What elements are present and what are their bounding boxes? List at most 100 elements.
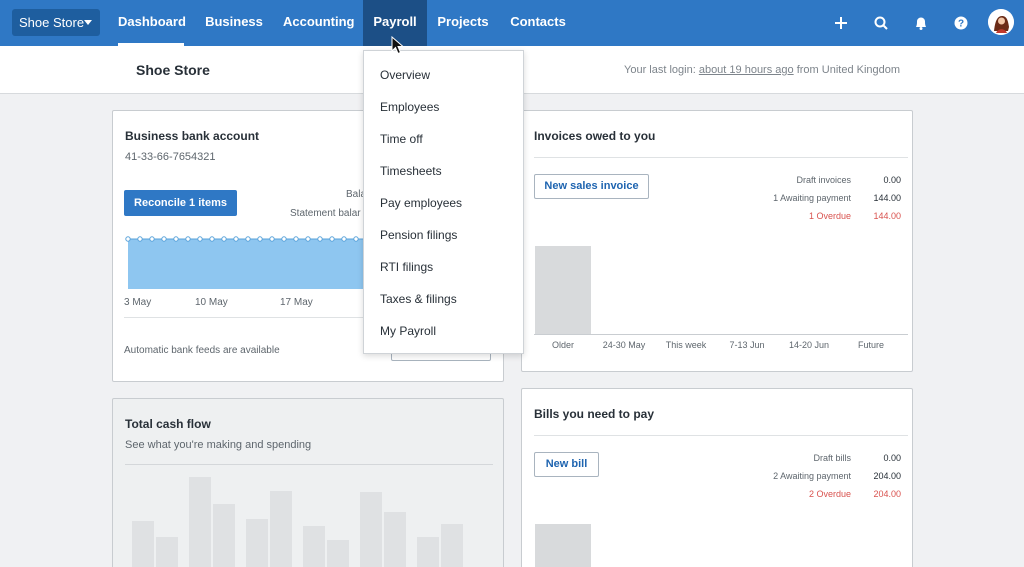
balance-point: [341, 236, 347, 242]
cash-out-bar: [327, 540, 349, 567]
cash-flow-card: Total cash flow See what you're making a…: [112, 398, 504, 567]
last-login-prefix: Your last login:: [624, 64, 696, 76]
top-nav: Shoe Store Dashboard Business Accounting…: [0, 0, 1024, 46]
invoice-x-label-6: Future: [857, 340, 884, 350]
bills-awaiting-value: 204.00: [873, 471, 901, 481]
payroll-menu: Overview Employees Time off Timesheets P…: [363, 50, 524, 354]
balance-point: [281, 236, 287, 242]
invoice-x-label-4: 7-13 Jun: [729, 340, 765, 350]
nav-dashboard-label: Dashboard: [118, 14, 186, 29]
reconcile-button[interactable]: Reconcile 1 items: [124, 190, 237, 216]
invoice-x-label-3: This week: [665, 340, 707, 350]
cash-out-bar: [270, 491, 292, 567]
bills-draft-label[interactable]: Draft bills: [701, 453, 851, 463]
balance-point: [197, 236, 203, 242]
cash-in-bar: [417, 537, 439, 567]
menu-item-rti-filings[interactable]: RTI filings: [380, 260, 433, 274]
balance-point: [257, 236, 263, 242]
bills-overdue-label[interactable]: 2 Overdue: [701, 489, 851, 499]
balance-point: [305, 236, 311, 242]
menu-item-time-off[interactable]: Time off: [380, 132, 423, 146]
account-number: 41-33-66-7654321: [125, 151, 216, 163]
balance-point: [233, 236, 239, 242]
menu-item-pension-filings[interactable]: Pension filings: [380, 228, 457, 242]
invoice-awaiting-value: 144.00: [873, 193, 901, 203]
nav-contacts[interactable]: Contacts: [510, 0, 566, 46]
invoice-draft-label[interactable]: Draft invoices: [701, 175, 851, 185]
invoice-draft-value: 0.00: [883, 175, 901, 185]
cash-flow-title: Total cash flow: [125, 417, 211, 431]
bills-overdue-value: 204.00: [873, 489, 901, 499]
statement-balance-label: Statement balar: [290, 208, 361, 219]
page-title: Shoe Store: [136, 62, 210, 78]
bills-card: Bills you need to pay New bill Draft bil…: [521, 388, 913, 567]
menu-item-overview[interactable]: Overview: [380, 68, 430, 82]
bank-x-label-1: 3 May: [124, 297, 152, 308]
cash-in-bar: [246, 519, 268, 567]
balance-point: [173, 236, 179, 242]
balance-point: [353, 236, 359, 242]
balance-point: [293, 236, 299, 242]
divider: [125, 464, 493, 465]
balance-point: [149, 236, 155, 242]
bank-x-label-3: 17 May: [280, 297, 313, 308]
nav-accounting[interactable]: Accounting: [283, 0, 355, 46]
invoice-overdue-label[interactable]: 1 Overdue: [701, 211, 851, 221]
bank-x-label-2: 10 May: [195, 297, 228, 308]
menu-item-employees[interactable]: Employees: [380, 100, 439, 114]
invoice-x-label-1: Older: [551, 340, 574, 350]
bank-card-title: Business bank account: [125, 129, 260, 143]
cash-out-bar: [213, 504, 235, 567]
nav-projects[interactable]: Projects: [437, 0, 489, 46]
bills-bar-older[interactable]: [535, 524, 591, 567]
org-switcher-label: Shoe Store: [19, 15, 85, 30]
bell-icon[interactable]: [910, 12, 932, 34]
menu-item-taxes-filings[interactable]: Taxes & filings: [380, 292, 457, 306]
cash-out-bar: [384, 512, 406, 567]
balance-point: [209, 236, 215, 242]
last-login-time-link[interactable]: about 19 hours ago: [699, 64, 794, 76]
org-switcher[interactable]: Shoe Store: [12, 9, 100, 36]
cash-in-bar: [303, 526, 325, 567]
plus-icon[interactable]: [830, 12, 852, 34]
nav-business-label: Business: [205, 14, 263, 29]
invoices-card-title: Invoices owed to you: [534, 129, 656, 143]
cash-in-bar: [132, 521, 154, 567]
bills-draft-value: 0.00: [883, 453, 901, 463]
balance-point: [137, 236, 143, 242]
help-icon[interactable]: ?: [950, 12, 972, 34]
last-login-info: Your last login: about 19 hours ago from…: [624, 64, 900, 76]
invoice-x-label-2: 24-30 May: [602, 340, 646, 350]
cash-flow-chart: [132, 477, 463, 567]
balance-point: [221, 236, 227, 242]
bank-balance-chart: [125, 236, 366, 289]
avatar[interactable]: [988, 9, 1014, 35]
divider: [534, 157, 908, 158]
bills-awaiting-label[interactable]: 2 Awaiting payment: [701, 471, 851, 481]
menu-item-pay-employees[interactable]: Pay employees: [380, 196, 462, 210]
menu-item-my-payroll[interactable]: My Payroll: [380, 324, 436, 338]
balance-point: [329, 236, 335, 242]
invoice-bar-older[interactable]: [535, 246, 591, 334]
divider: [534, 435, 908, 436]
cash-out-bar: [156, 537, 178, 567]
search-icon[interactable]: [870, 12, 892, 34]
nav-dashboard[interactable]: Dashboard: [118, 0, 186, 46]
cash-out-bar: [441, 524, 463, 567]
nav-business[interactable]: Business: [205, 0, 263, 46]
invoice-overdue-value: 144.00: [873, 211, 901, 221]
invoices-card: Invoices owed to you New sales invoice D…: [521, 110, 913, 372]
nav-contacts-label: Contacts: [510, 14, 566, 29]
balance-point: [125, 236, 131, 242]
new-bill-button[interactable]: New bill: [534, 452, 599, 477]
menu-item-timesheets[interactable]: Timesheets: [380, 164, 442, 178]
cash-flow-subtitle: See what you're making and spending: [125, 439, 312, 451]
invoice-awaiting-label[interactable]: 1 Awaiting payment: [701, 193, 851, 203]
mouse-cursor-icon: [391, 36, 405, 55]
invoice-axis-line: [534, 334, 908, 335]
balance-point: [245, 236, 251, 242]
new-sales-invoice-button[interactable]: New sales invoice: [534, 174, 649, 199]
balance-area: [128, 239, 366, 289]
bank-feeds-text: Automatic bank feeds are available: [124, 345, 280, 356]
svg-text:?: ?: [958, 19, 964, 30]
